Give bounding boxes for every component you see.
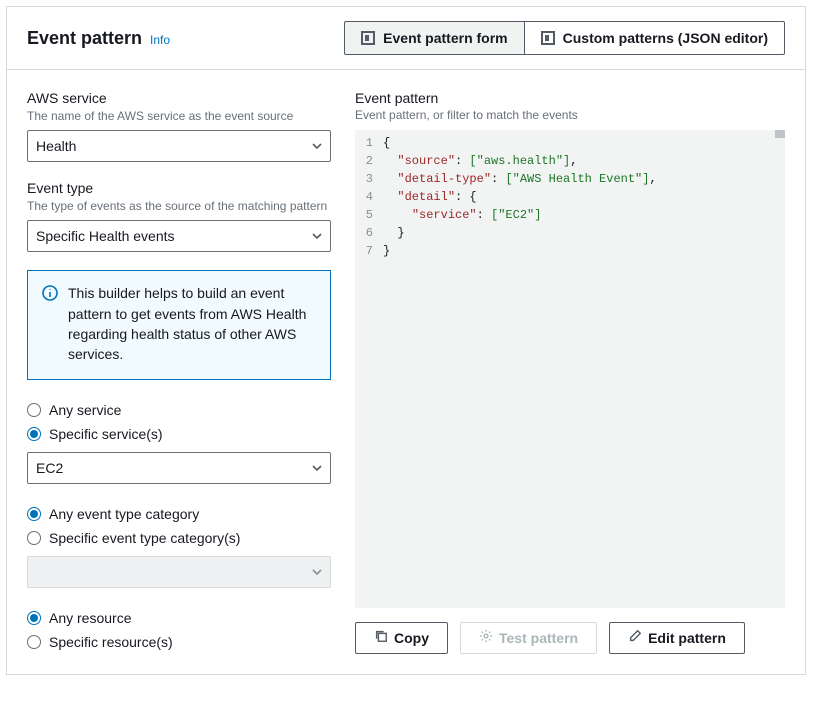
radio-icon (27, 531, 41, 545)
tab-custom-patterns-json[interactable]: Custom patterns (JSON editor) (524, 21, 785, 55)
code-token: "detail-type" (397, 170, 491, 188)
event-type-field: Event type The type of events as the sou… (27, 180, 331, 252)
select-value (36, 564, 40, 580)
info-icon (42, 285, 58, 364)
event-type-select[interactable]: Specific Health events (27, 220, 331, 252)
tab-label: Custom patterns (JSON editor) (563, 28, 768, 48)
radio-label: Specific event type category(s) (49, 530, 240, 546)
select-value: Specific Health events (36, 228, 175, 244)
code-token: "source" (397, 152, 455, 170)
gear-icon (479, 627, 493, 649)
code-token: "service" (412, 206, 477, 224)
resource-scope-radio-group: Any resource Specific resource(s) (27, 606, 331, 654)
panel-title: Event pattern Info (27, 28, 170, 49)
field-label: Event type (27, 180, 331, 196)
field-description: The type of events as the source of the … (27, 198, 331, 214)
radio-specific-service[interactable]: Specific service(s) (27, 422, 331, 446)
radio-any-resource[interactable]: Any resource (27, 606, 331, 630)
event-pattern-code[interactable]: 1{ 2 "source": ["aws.health"], 3 "detail… (355, 130, 785, 608)
radio-label: Specific service(s) (49, 426, 163, 442)
radio-icon (27, 611, 41, 625)
specific-category-select (27, 556, 331, 588)
radio-label: Any event type category (49, 506, 199, 522)
field-description: Event pattern, or filter to match the ev… (355, 108, 785, 122)
tab-event-pattern-form[interactable]: Event pattern form (344, 21, 523, 55)
edit-icon (628, 627, 642, 649)
info-link[interactable]: Info (150, 33, 170, 47)
radio-label: Specific resource(s) (49, 634, 173, 650)
aws-service-field: AWS service The name of the AWS service … (27, 90, 331, 162)
radio-label: Any service (49, 402, 121, 418)
caret-down-icon (312, 569, 322, 575)
code-token: } (397, 224, 404, 242)
category-scope-radio-group: Any event type category Specific event t… (27, 502, 331, 588)
button-label: Copy (394, 627, 429, 649)
form-column: AWS service The name of the AWS service … (27, 90, 331, 654)
code-token: } (383, 242, 390, 260)
radio-any-category[interactable]: Any event type category (27, 502, 331, 526)
panel-header: Event pattern Info Event pattern form Cu… (7, 7, 805, 69)
radio-specific-category[interactable]: Specific event type category(s) (27, 526, 331, 550)
pattern-mode-toggle: Event pattern form Custom patterns (JSON… (344, 21, 785, 55)
radio-label: Any resource (49, 610, 131, 626)
layout-icon (361, 31, 375, 45)
service-scope-radio-group: Any service Specific service(s) EC2 (27, 398, 331, 484)
aws-service-select[interactable]: Health (27, 130, 331, 162)
caret-down-icon (312, 465, 322, 471)
field-description: The name of the AWS service as the event… (27, 108, 331, 124)
tab-label: Event pattern form (383, 28, 507, 48)
field-label: Event pattern (355, 90, 785, 106)
info-box-text: This builder helps to build an event pat… (68, 283, 316, 364)
edit-pattern-button[interactable]: Edit pattern (609, 622, 745, 654)
code-token: ["aws.health"] (469, 152, 570, 170)
layout-icon (541, 31, 555, 45)
code-token: ["AWS Health Event"] (505, 170, 649, 188)
select-value: Health (36, 138, 76, 154)
button-label: Test pattern (499, 627, 578, 649)
builder-info-box: This builder helps to build an event pat… (27, 270, 331, 379)
code-token: { (383, 134, 390, 152)
scrollbar-thumb[interactable] (775, 130, 785, 138)
radio-icon (27, 507, 41, 521)
caret-down-icon (312, 233, 322, 239)
field-label: AWS service (27, 90, 331, 106)
radio-specific-resource[interactable]: Specific resource(s) (27, 630, 331, 654)
radio-icon (27, 635, 41, 649)
radio-icon (27, 403, 41, 417)
specific-service-select[interactable]: EC2 (27, 452, 331, 484)
pattern-action-buttons: Copy Test pattern (355, 622, 785, 654)
code-token: "detail" (397, 188, 455, 206)
copy-button[interactable]: Copy (355, 622, 448, 654)
panel-body: AWS service The name of the AWS service … (7, 69, 805, 674)
pattern-preview-column: Event pattern Event pattern, or filter t… (355, 90, 785, 654)
test-pattern-button: Test pattern (460, 622, 597, 654)
event-pattern-panel: Event pattern Info Event pattern form Cu… (6, 6, 806, 675)
button-label: Edit pattern (648, 627, 726, 649)
panel-title-text: Event pattern (27, 28, 142, 49)
copy-icon (374, 627, 388, 649)
radio-icon (27, 427, 41, 441)
radio-any-service[interactable]: Any service (27, 398, 331, 422)
code-token: ["EC2"] (491, 206, 541, 224)
select-value: EC2 (36, 460, 63, 476)
caret-down-icon (312, 143, 322, 149)
